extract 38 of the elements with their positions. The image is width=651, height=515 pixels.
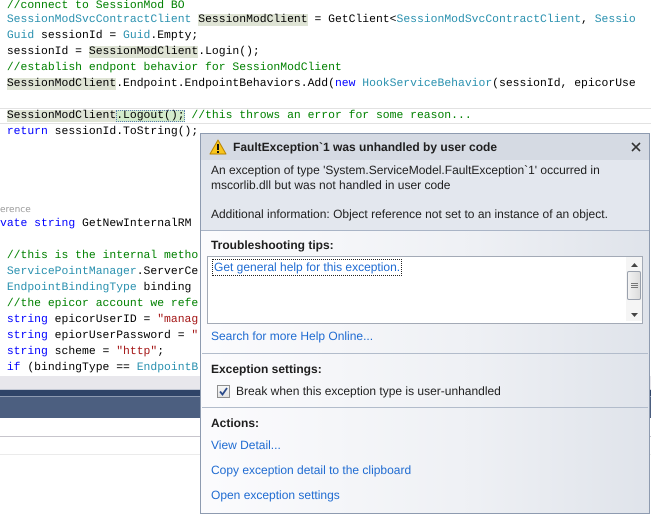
code-line: string scheme = "http"; [6,344,164,360]
code-line: SessionModClient.Logout(); //this throws an error for some reason... [0,108,651,124]
close-button[interactable] [629,140,643,154]
checkbox[interactable] [217,384,230,398]
code-line: EndpointBindingType binding [6,280,192,296]
code-line: return sessionId.ToString(); [6,124,198,140]
warning-icon [209,139,227,155]
section-heading: Troubleshooting tips: [210,237,334,253]
code-line: SessionModClient.Endpoint.EndpointBehaviors.Add(new HookServiceBehavior(sessionId, epicorUse [6,76,636,92]
code-line: if (bindingType == EndpointB [6,360,198,376]
down-arrow-icon[interactable] [630,313,638,317]
up-arrow-icon[interactable] [630,263,638,267]
code-line: //this is the internal metho [6,248,198,264]
code-line: string epicorUserID = "manag [6,312,198,328]
code-line: sessionId = SessionModClient.Login(); [6,44,260,60]
action-link[interactable]: View Detail... [207,437,281,453]
close-icon [631,142,641,152]
vertical-scrollbar[interactable] [626,257,642,321]
code-line: ServicePointManager.ServerCe [6,264,198,280]
action-link[interactable]: Open exception settings [207,487,340,503]
code-line: Guid sessionId = Guid.Empty; [6,28,198,44]
codelens-label: erence [0,204,31,216]
section-heading: Exception settings: [210,361,322,377]
checkbox-label: Break when this exception type is user-unhandled [236,383,501,399]
code-line: string epiorUserPassword = " [6,328,198,344]
dialog-title: FaultException`1 was unhandled by user code [233,139,498,156]
section-heading: Actions: [210,415,259,431]
code-line: vate string GetNewInternalRM [0,216,192,232]
scrollbar-thumb[interactable] [627,271,641,300]
code-line: //the epicor account we refe [6,296,198,312]
code-line: SessionModSvcContractClient SessionModClient = GetClient<SessionModSvcContractClient, Sessio [6,12,636,28]
search-help-link[interactable]: Search for more Help Online... [207,328,374,344]
code-line: //establish endpont behavior for SessionModClient [6,60,342,76]
additional-info-text: Additional information: Object reference not set to an instance of an object. [211,207,609,222]
exception-message: An exception of type 'System.ServiceModel.FaultException`1' occurred in mscorlib.dll but was not handled in user code [211,163,601,193]
help-link[interactable]: Get general help for this exception. [212,259,402,276]
code-line: //connect to SessionMod BO [6,0,185,12]
action-link[interactable]: Copy exception detail to the clipboard [207,462,412,478]
